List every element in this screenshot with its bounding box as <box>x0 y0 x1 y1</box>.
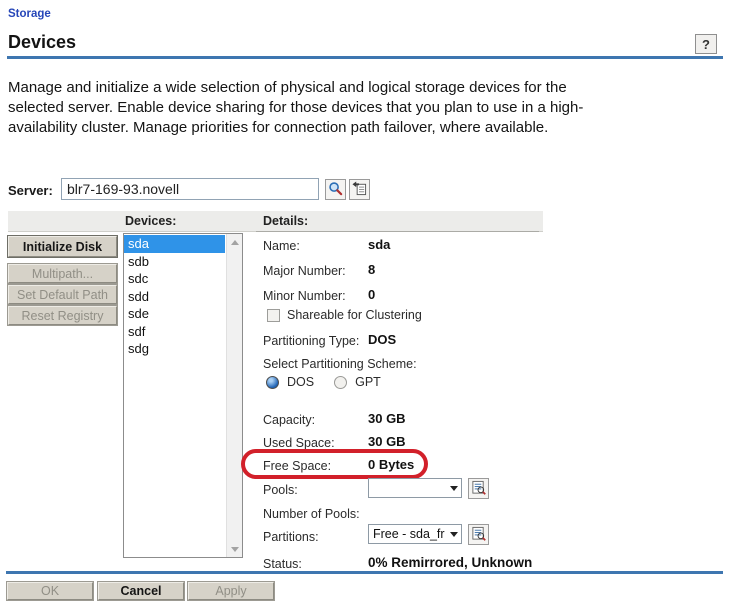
devices-listbox[interactable]: sda sdb sdc sdd sde sdf sdg <box>123 233 243 558</box>
device-list-item-sde[interactable]: sde <box>124 305 225 323</box>
devices-column-header: Devices: <box>125 214 176 228</box>
devices-page: Storage Devices ? Manage and initialize … <box>0 0 730 603</box>
name-label: Name: <box>263 239 300 253</box>
scheme-label: Select Partitioning Scheme: <box>263 357 417 371</box>
footer-divider <box>6 571 723 574</box>
free-space-value: 0 Bytes <box>368 457 414 472</box>
pools-label: Pools: <box>263 483 298 497</box>
capacity-label: Capacity: <box>263 413 315 427</box>
device-list-item-sdd[interactable]: sdd <box>124 288 225 306</box>
multipath-button[interactable]: Multipath... <box>8 264 117 283</box>
reset-registry-button[interactable]: Reset Registry <box>8 306 117 325</box>
set-default-path-button[interactable]: Set Default Path <box>8 285 117 304</box>
title-divider <box>7 56 723 59</box>
object-history-icon <box>352 181 367 199</box>
minor-number-value: 0 <box>368 287 375 302</box>
chevron-down-icon[interactable] <box>447 532 461 537</box>
device-list-item-sdg[interactable]: sdg <box>124 340 225 358</box>
used-space-value: 30 GB <box>368 434 406 449</box>
major-number-label: Major Number: <box>263 264 346 278</box>
panel-header: Devices: Details: <box>8 211 543 232</box>
server-label: Server: <box>8 183 53 198</box>
free-space-label: Free Space: <box>263 459 331 473</box>
radio-gpt-label: GPT <box>355 375 381 389</box>
partitions-dropdown-value: Free - sda_fr <box>369 527 447 541</box>
help-button[interactable]: ? <box>695 34 717 54</box>
radio-dos-label: DOS <box>287 375 314 389</box>
browse-objects-icon <box>471 480 486 498</box>
shareable-checkbox[interactable] <box>267 309 280 322</box>
cancel-button[interactable]: Cancel <box>98 582 184 600</box>
radio-dos[interactable] <box>266 376 279 389</box>
pools-dropdown[interactable] <box>368 478 462 498</box>
status-value: 0% Remirrored, Unknown <box>368 555 532 570</box>
partitions-browse-button[interactable] <box>468 524 489 545</box>
devices-list-scrollbar[interactable] <box>226 234 242 557</box>
capacity-value: 30 GB <box>368 411 406 426</box>
chevron-down-icon[interactable] <box>447 486 461 491</box>
browse-objects-icon <box>471 526 486 544</box>
device-list-item-sdb[interactable]: sdb <box>124 253 225 271</box>
device-list-item-sdf[interactable]: sdf <box>124 323 225 341</box>
used-space-label: Used Space: <box>263 436 335 450</box>
page-description: Manage and initialize a wide selection o… <box>8 78 626 138</box>
server-search-button[interactable] <box>325 179 346 200</box>
device-list-item-sdc[interactable]: sdc <box>124 270 225 288</box>
server-input[interactable] <box>61 178 319 200</box>
partitions-dropdown[interactable]: Free - sda_fr <box>368 524 462 544</box>
details-header-divider <box>256 231 539 232</box>
status-label: Status: <box>263 557 302 571</box>
scroll-down-icon[interactable] <box>227 541 243 557</box>
breadcrumb-storage-link[interactable]: Storage <box>8 8 51 20</box>
partitioning-type-value: DOS <box>368 332 396 347</box>
scroll-up-icon[interactable] <box>227 234 243 250</box>
scheme-radio-group: DOS GPT <box>266 375 381 389</box>
major-number-value: 8 <box>368 262 375 277</box>
page-title: Devices <box>8 32 76 53</box>
partitions-label: Partitions: <box>263 530 319 544</box>
minor-number-label: Minor Number: <box>263 289 346 303</box>
server-history-button[interactable] <box>349 179 370 200</box>
apply-button[interactable]: Apply <box>188 582 274 600</box>
initialize-disk-button[interactable]: Initialize Disk <box>8 236 117 257</box>
pools-browse-button[interactable] <box>468 478 489 499</box>
radio-gpt[interactable] <box>334 376 347 389</box>
device-list-item-sda[interactable]: sda <box>124 235 225 253</box>
shareable-label: Shareable for Clustering <box>287 308 422 322</box>
details-column-header: Details: <box>263 214 308 228</box>
name-value: sda <box>368 237 390 252</box>
shareable-row: Shareable for Clustering <box>267 308 422 322</box>
magnifier-icon <box>328 181 343 199</box>
partitioning-type-label: Partitioning Type: <box>263 334 359 348</box>
devices-list: sda sdb sdc sdd sde sdf sdg <box>124 235 225 358</box>
number-of-pools-label: Number of Pools: <box>263 507 360 521</box>
ok-button[interactable]: OK <box>7 582 93 600</box>
